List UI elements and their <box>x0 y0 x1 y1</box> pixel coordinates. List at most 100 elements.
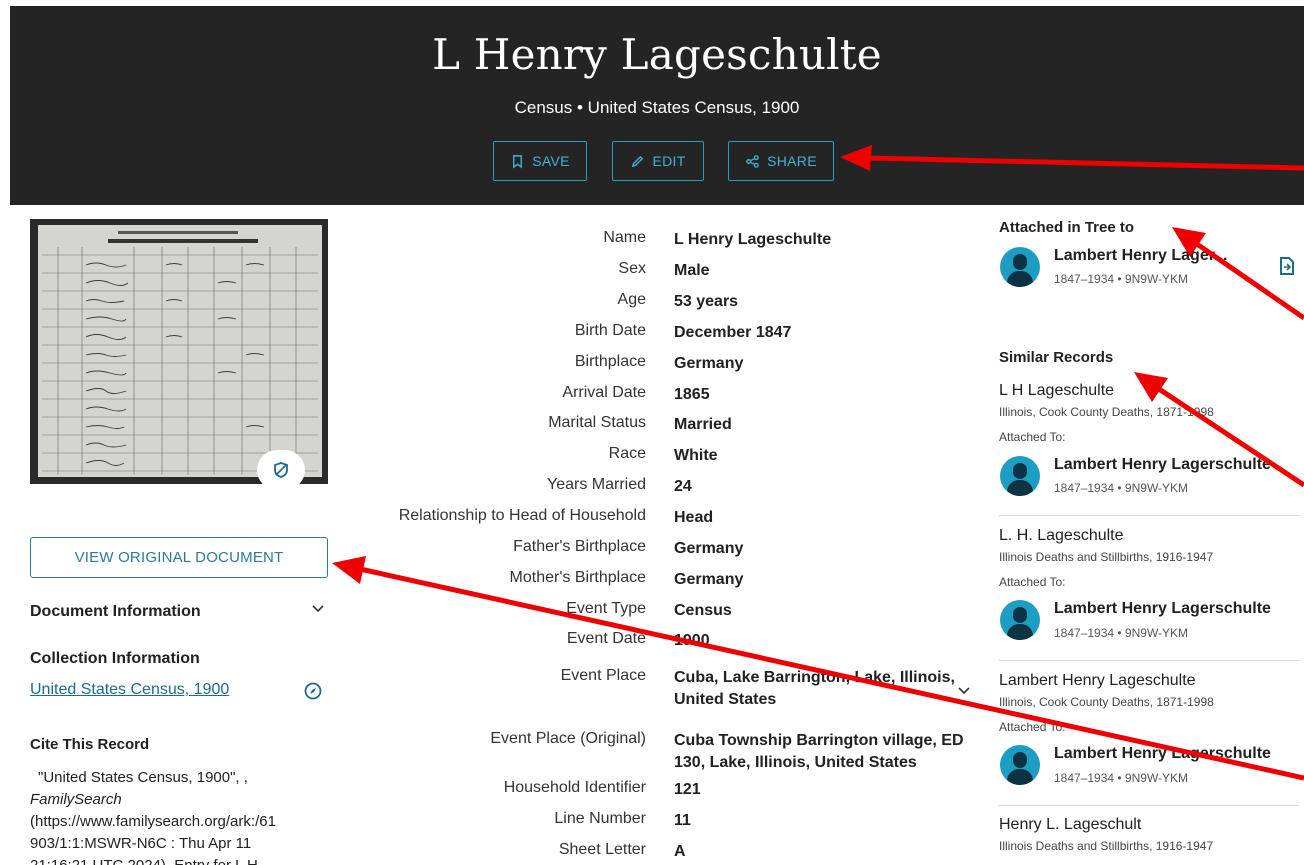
attached-person-meta: 1847–1934 • 9N9W-YKM <box>1054 272 1189 286</box>
chevron-down-icon[interactable] <box>957 686 971 696</box>
collection-information-heading: Collection Information <box>30 650 200 667</box>
compass-icon[interactable] <box>304 682 322 700</box>
similar-record-collection: Illinois, Cook County Deaths, 1871-1998 <box>999 405 1214 419</box>
similar-person-link[interactable]: Lambert Henry Lagerschulte <box>1054 600 1271 618</box>
detail-row-event-date: Event Date 1900 <box>380 630 980 654</box>
similar-record-link[interactable]: L H Lageschulte <box>999 382 1114 400</box>
citation-line: 903/1:1:MSWR-N6C : Thu Apr 11 <box>30 835 252 852</box>
collection-link[interactable]: United States Census, 1900 <box>30 681 229 699</box>
detail-value: December 1847 <box>674 324 792 341</box>
detail-value: 11 <box>674 812 691 829</box>
detail-label: Event Type <box>566 600 646 617</box>
similar-record-link[interactable]: L. H. Lageschulte <box>999 527 1124 545</box>
share-icon <box>746 154 759 168</box>
detail-row-years-married: Years Married 24 <box>380 476 980 500</box>
avatar <box>1000 247 1040 287</box>
edit-label: EDIT <box>652 153 686 169</box>
similar-person-meta: 1847–1934 • 9N9W-YKM <box>1054 771 1189 785</box>
page-title: L Henry Lageschulte <box>432 30 882 79</box>
attached-to-label: Attached To: <box>999 430 1066 444</box>
detail-row-age: Age 53 years <box>380 291 980 315</box>
detail-row-birthplace: Birthplace Germany <box>380 353 980 377</box>
similar-record-link[interactable]: Lambert Henry Lageschulte <box>999 672 1196 690</box>
detail-row-name: Name L Henry Lageschulte <box>380 229 980 253</box>
detail-value: 24 <box>674 478 692 495</box>
citation-line: (https://www.familysearch.org/ark:/61 <box>30 813 276 830</box>
detail-value: L Henry Lageschulte <box>674 231 832 248</box>
detail-value: Census <box>674 602 732 619</box>
census-sheet-image <box>38 225 322 477</box>
attach-document-icon[interactable] <box>1278 256 1296 276</box>
avatar <box>1000 456 1040 496</box>
edit-button[interactable]: EDIT <box>612 141 704 181</box>
detail-label: Name <box>603 229 646 246</box>
detail-row-sex: Sex Male <box>380 260 980 284</box>
view-original-document-button[interactable]: VIEW ORIGINAL DOCUMENT <box>30 537 328 578</box>
detail-row-sheet-letter: Sheet Letter A <box>380 841 980 865</box>
detail-label: Event Place <box>560 667 646 684</box>
detail-row-marital-status: Marital Status Married <box>380 414 980 438</box>
similar-person-link[interactable]: Lambert Henry Lagerschulte <box>1054 745 1271 763</box>
detail-label: Event Date <box>566 630 646 647</box>
detail-value: Cuba Township Barrington village, ED 130… <box>674 732 964 771</box>
divider <box>999 805 1299 806</box>
divider <box>999 515 1299 516</box>
shield-off-icon <box>274 462 288 478</box>
detail-label: Household Identifier <box>503 779 646 796</box>
divider <box>999 660 1299 661</box>
attached-person-link[interactable]: Lambert Henry Lager... <box>1054 247 1227 265</box>
detail-label: Event Place (Original) <box>490 730 646 747</box>
detail-value: 1865 <box>674 386 710 403</box>
detail-value: Germany <box>674 540 744 557</box>
detail-label: Father's Birthplace <box>513 538 646 555</box>
save-label: SAVE <box>532 153 570 169</box>
chevron-down-icon[interactable] <box>311 604 325 614</box>
detail-row-event-place-original: Event Place (Original) Cuba Township Barr… <box>380 730 980 778</box>
detail-value: Cuba, Lake Barrington, Lake, Illinois, U… <box>674 669 955 708</box>
detail-row-line-number: Line Number 11 <box>380 810 980 834</box>
similar-record-link[interactable]: Henry L. Lageschult <box>999 816 1141 834</box>
citation-line: 21:16:21 UTC 2024), Entry for L H <box>30 855 330 865</box>
detail-row-relationship: Relationship to Head of Household Head <box>380 507 980 531</box>
pencil-icon <box>632 155 644 167</box>
detail-value: 53 years <box>674 293 739 310</box>
detail-label: Birth Date <box>574 322 646 339</box>
detail-value: 1900 <box>674 632 710 649</box>
citation-line: "United States Census, 1900", , <box>38 769 248 786</box>
detail-row-event-place[interactable]: Event Place Cuba, Lake Barrington, Lake, … <box>380 667 980 715</box>
similar-record-collection: Illinois Deaths and Stillbirths, 1916-19… <box>999 839 1214 853</box>
cite-heading: Cite This Record <box>30 736 150 753</box>
share-button[interactable]: SHARE <box>728 141 834 181</box>
detail-value: Male <box>674 262 710 279</box>
detail-row-event-type: Event Type Census <box>380 600 980 624</box>
similar-record-collection: Illinois Deaths and Stillbirths, 1916-19… <box>999 550 1214 564</box>
detail-label: Sheet Letter <box>558 841 646 858</box>
avatar <box>1000 745 1040 785</box>
citation-line: FamilySearch <box>30 791 122 808</box>
census-grid-image <box>42 247 318 475</box>
save-button[interactable]: SAVE <box>493 141 587 181</box>
similar-records-heading: Similar Records <box>999 349 1114 366</box>
similar-record-collection: Illinois, Cook County Deaths, 1871-1998 <box>999 695 1214 709</box>
detail-label: Birthplace <box>574 353 646 370</box>
detail-label: Age <box>617 291 646 308</box>
detail-row-birth-date: Birth Date December 1847 <box>380 322 980 346</box>
similar-person-link[interactable]: Lambert Henry Lagerschulte <box>1054 456 1271 474</box>
detail-label: Arrival Date <box>562 384 646 401</box>
bookmark-icon <box>513 154 523 169</box>
document-information-toggle[interactable]: Document Information <box>30 603 201 621</box>
detail-label: Line Number <box>554 810 646 827</box>
document-thumbnail[interactable] <box>30 219 328 484</box>
detail-row-fathers-birthplace: Father's Birthplace Germany <box>380 538 980 562</box>
detail-value: 121 <box>674 781 701 798</box>
detail-row-race: Race White <box>380 445 980 469</box>
image-privacy-button[interactable] <box>257 450 305 490</box>
detail-label: Race <box>608 445 646 462</box>
detail-label: Years Married <box>546 476 646 493</box>
detail-value: Married <box>674 416 732 433</box>
detail-row-household-identifier: Household Identifier 121 <box>380 779 980 803</box>
detail-label: Sex <box>618 260 646 277</box>
page-subtitle: Census • United States Census, 1900 <box>514 98 800 117</box>
detail-value: Germany <box>674 571 744 588</box>
similar-person-meta: 1847–1934 • 9N9W-YKM <box>1054 626 1189 640</box>
